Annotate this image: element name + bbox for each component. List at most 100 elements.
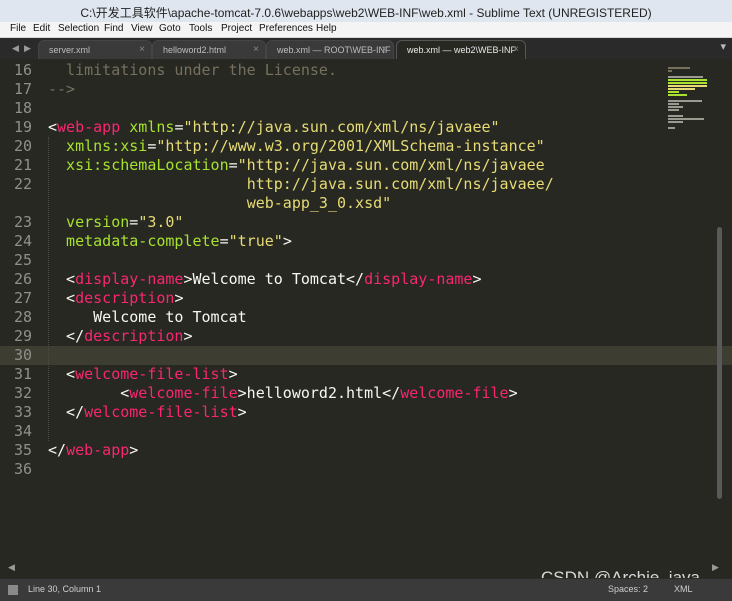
title-bar[interactable]: C:\开发工具软件\apache-tomcat-7.0.6\webapps\we… [0, 0, 732, 23]
window-title: C:\开发工具软件\apache-tomcat-7.0.6\webapps\we… [80, 6, 652, 20]
code-line[interactable]: <welcome-file>helloword2.html</welcome-f… [48, 384, 518, 403]
vertical-scrollbar[interactable] [716, 59, 724, 578]
indentation-setting[interactable]: Spaces: 2 [608, 584, 648, 594]
code-token: </ [48, 403, 85, 421]
code-token: xmlns [120, 118, 175, 136]
code-line[interactable]: </web-app> [48, 441, 138, 460]
code-line[interactable]: http://java.sun.com/xml/ns/javaee/ [48, 175, 554, 194]
menu-project[interactable]: Project [221, 23, 252, 34]
code-token: "http://java.sun.com/xml/ns/javaee" [183, 118, 500, 136]
code-token: = [228, 156, 238, 174]
code-line[interactable]: web-app_3_0.xsd" [48, 194, 392, 213]
menu-view[interactable]: View [131, 23, 153, 34]
minimap-line [668, 106, 683, 108]
code-line[interactable]: Welcome to Tomcat [48, 308, 247, 327]
menu-bar: File Edit Selection Find View Goto Tools… [0, 22, 732, 38]
code-line[interactable]: limitations under the License. [48, 61, 337, 80]
minimap-line [668, 88, 695, 90]
scroll-right-icon[interactable]: ▶ [712, 562, 719, 573]
menu-edit[interactable]: Edit [33, 23, 50, 34]
code-line[interactable]: xmlns:xsi="http://www.w3.org/2001/XMLSch… [48, 137, 545, 156]
line-number: 36 [13, 460, 32, 478]
minimap-line [668, 127, 675, 129]
code-line[interactable]: xsi:schemaLocation="http://java.sun.com/… [48, 156, 545, 175]
tab-web-xml-root[interactable]: web.xml — ROOT\WEB-INF × [266, 40, 394, 60]
code-token: description [75, 289, 175, 307]
line-number: 27 [13, 289, 32, 307]
line-number: 33 [13, 403, 32, 421]
code-line[interactable]: metadata-complete="true"> [48, 232, 292, 251]
tab-scroll-right-icon[interactable]: ▶ [24, 43, 31, 54]
code-line[interactable]: </welcome-file-list> [48, 403, 247, 422]
code-token: "true" [228, 232, 283, 250]
code-token: Welcome to Tomcat [48, 308, 247, 326]
close-icon[interactable]: × [139, 44, 145, 55]
code-line[interactable]: version="3.0" [48, 213, 183, 232]
minimap-line [668, 115, 683, 117]
close-icon[interactable]: × [381, 44, 387, 55]
menu-file[interactable]: File [10, 23, 26, 34]
code-line[interactable]: <display-name>Welcome to Tomcat</display… [48, 270, 481, 289]
code-token: welcome-file [400, 384, 509, 402]
indent-guide [48, 137, 49, 441]
tab-scroll-left-icon[interactable]: ◀ [12, 43, 19, 54]
scrollbar-thumb[interactable] [717, 227, 722, 499]
line-number: 23 [13, 213, 32, 231]
minimap-line [668, 85, 707, 87]
line-number: 31 [13, 365, 32, 383]
code-line[interactable]: <web-app xmlns="http://java.sun.com/xml/… [48, 118, 500, 137]
code-token: "3.0" [138, 213, 184, 231]
tab-server-xml[interactable]: server.xml × [38, 40, 152, 60]
minimap-line [668, 91, 679, 93]
code-token: limitations under the License. [48, 61, 337, 79]
close-icon[interactable]: × [513, 44, 519, 55]
line-number: 32 [13, 384, 32, 402]
code-token: display-name [364, 270, 473, 288]
code-token: --> [48, 80, 76, 98]
code-line[interactable]: </description> [48, 327, 192, 346]
menu-goto[interactable]: Goto [159, 23, 181, 34]
line-number: 18 [13, 99, 32, 117]
close-icon[interactable]: × [253, 44, 259, 55]
minimap[interactable] [668, 67, 712, 137]
menu-selection[interactable]: Selection [58, 23, 99, 34]
tab-label: web.xml — web2\WEB-INF [407, 45, 517, 55]
menu-help[interactable]: Help [316, 23, 337, 34]
menu-preferences[interactable]: Preferences [259, 23, 313, 34]
menu-tools[interactable]: Tools [189, 23, 212, 34]
code-line[interactable]: <welcome-file-list> [48, 365, 238, 384]
scroll-left-icon[interactable]: ◀ [8, 562, 15, 573]
cursor-position: Line 30, Column 1 [28, 584, 102, 594]
code-token: > [282, 232, 292, 250]
code-token: > [508, 384, 518, 402]
panel-toggle-icon[interactable] [8, 585, 18, 595]
minimap-line [668, 70, 672, 72]
code-editor[interactable]: 16 17 18 19 20 21 22 23 24 25 26 27 28 29 30 31 32 33 34 35… [0, 59, 732, 578]
code-token: version [48, 213, 130, 231]
code-token: description [84, 327, 184, 345]
tab-web-xml-web2[interactable]: web.xml — web2\WEB-INF × [396, 40, 526, 60]
minimap-line [668, 100, 702, 102]
code-area[interactable]: limitations under the License. --> <web-ap… [48, 59, 668, 578]
syntax-selector[interactable]: XML [674, 584, 693, 594]
minimap-line [668, 82, 707, 84]
menu-find[interactable]: Find [104, 23, 123, 34]
tab-overflow-icon[interactable]: ▾ [720, 40, 726, 53]
code-token: > [174, 289, 184, 307]
code-token: > [237, 403, 247, 421]
line-number: 25 [13, 251, 32, 269]
code-token: welcome-file [129, 384, 238, 402]
code-token: web-app_3_0.xsd" [246, 194, 392, 212]
line-number: 30 [13, 346, 32, 364]
tab-helloword2-html[interactable]: helloword2.html × [152, 40, 266, 60]
code-line[interactable]: <description> [48, 289, 183, 308]
line-number: 29 [13, 327, 32, 345]
code-line[interactable]: --> [48, 80, 75, 99]
code-token: xsi:schemaLocation [48, 156, 229, 174]
code-token: > [228, 365, 238, 383]
code-token: < [48, 270, 76, 288]
line-number: 16 [13, 61, 32, 79]
code-token: display-name [75, 270, 184, 288]
